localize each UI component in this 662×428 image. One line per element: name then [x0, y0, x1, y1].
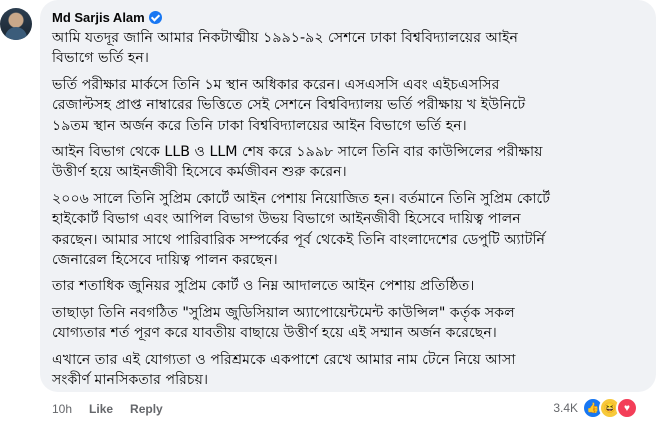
comment-paragraph-2: ভর্তি পরীক্ষার মার্কসে তিনি ১ম স্থান অধি…: [52, 76, 526, 134]
comment-paragraph-5: তার শতাধিক জুনিয়র সুপ্রিম কোর্ট ও নিম্ন…: [52, 278, 475, 295]
love-icon: ♥: [616, 397, 638, 419]
author-avatar[interactable]: [0, 8, 32, 40]
author-name[interactable]: Md Sarjis Alam: [52, 10, 145, 25]
comment-header: Md Sarjis Alam: [52, 6, 644, 28]
comment-paragraph-6: তাছাড়া তিনি নবগঠিত "সুপ্রিম জুডিসিয়াল …: [52, 304, 515, 342]
verified-badge-icon: [148, 10, 162, 24]
comment-paragraph-7: এখানে তার এই যোগ্যতা ও পরিশ্রমকে একপাশে …: [52, 351, 516, 389]
comment-timestamp[interactable]: 10h: [52, 402, 72, 416]
comment-paragraph-3: আইন বিভাগ থেকে LLB ও LLM শেষ করে ১৯৯৮ সা…: [52, 144, 543, 181]
comment-actions: 10h Like Reply: [52, 402, 163, 416]
reaction-summary[interactable]: 3.4K 👍 😆 ♥: [553, 397, 638, 419]
comment-paragraph-4: ২০০৬ সালে তিনি সুপ্রিম কোর্টে আইন পেশায়…: [52, 190, 550, 269]
reaction-count: 3.4K: [553, 401, 578, 415]
like-button[interactable]: Like: [89, 402, 113, 416]
comment-bubble: Md Sarjis Alam আমি যতদূর জানি আমার নিকটা…: [40, 0, 656, 392]
reply-button[interactable]: Reply: [130, 402, 163, 416]
avatar-figure: [5, 27, 27, 40]
comment-paragraph-1: আমি যতদূর জানি আমার নিকটাত্মীয় ১৯৯১-৯২ …: [52, 30, 518, 67]
